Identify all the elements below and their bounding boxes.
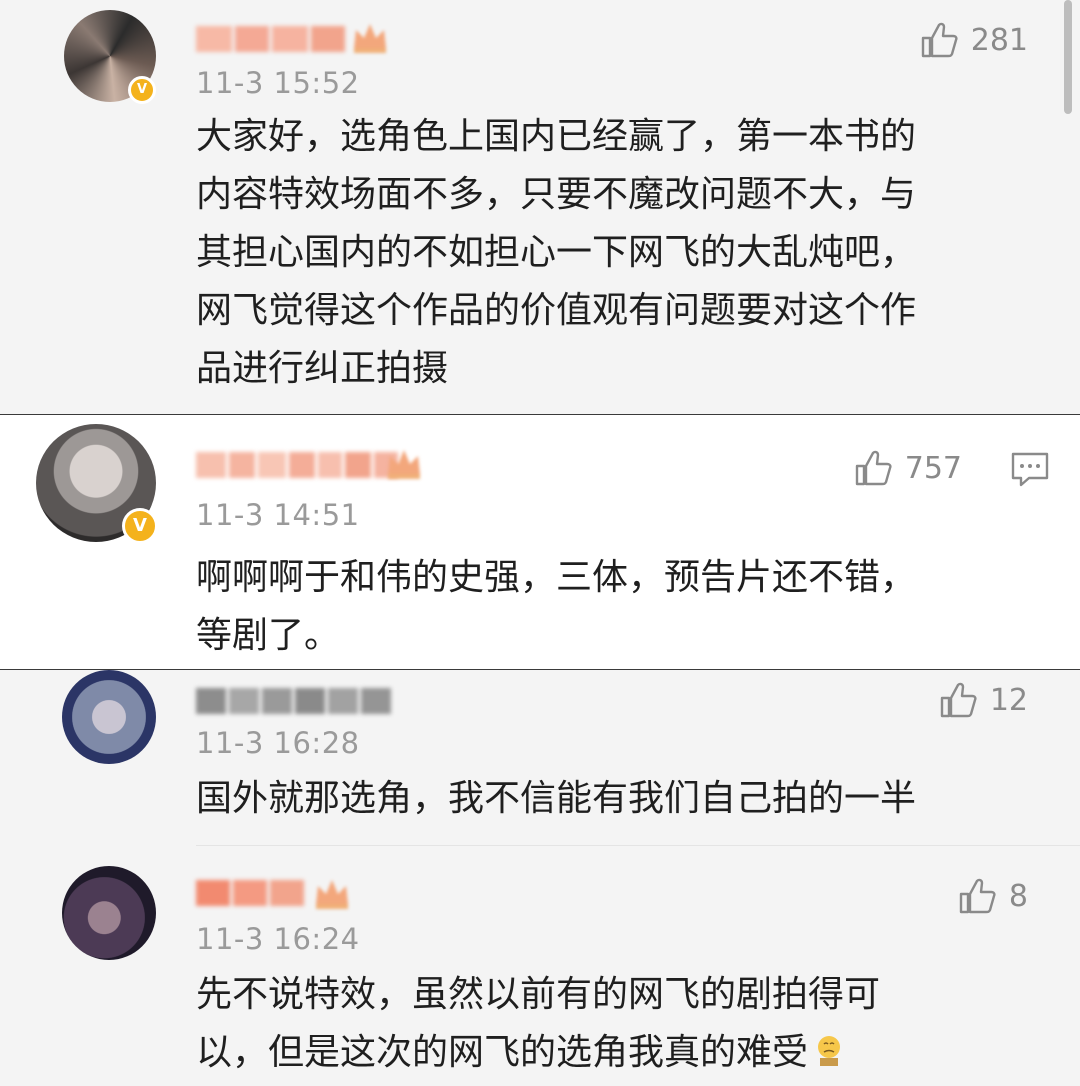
comment-text: 啊啊啊于和伟的史强，三体，预告片还不错， 等剧了。 [196, 557, 917, 656]
avatar[interactable] [62, 670, 156, 764]
comment-time: 11-3 16:28 [196, 726, 360, 760]
comment-text: 大家好，选角色上国内已经赢了，第一本书的 内容特效场面不多，只要不魔改问题不大，… [196, 116, 917, 389]
crown-icon [354, 24, 386, 53]
comment-text: 国外就那选角，我不信能有我们自己拍的一半 [196, 778, 917, 819]
like-button[interactable]: 281 [919, 20, 1028, 60]
comment-text: 先不说特效，虽然以前有的网飞的剧拍得可 以，但是这次的网飞的选角我真的难受 [196, 974, 881, 1073]
thumbs-up-icon [959, 878, 996, 914]
scrollbar[interactable] [1064, 0, 1072, 114]
username-blurred[interactable] [196, 22, 348, 56]
like-count: 12 [989, 682, 1028, 718]
crown-icon [388, 450, 420, 479]
username-blurred[interactable] [196, 448, 401, 482]
verified-badge-icon: V [122, 508, 158, 544]
thumbs-up-icon [921, 22, 958, 58]
comment-time: 11-3 15:52 [196, 66, 360, 100]
avatar[interactable] [62, 866, 156, 960]
like-count: 281 [970, 22, 1028, 58]
thumbs-up-icon [855, 450, 892, 486]
comment-time: 11-3 16:24 [196, 922, 360, 956]
comment-feed: V 11-3 15:52 281 大家好，选角色上国内已经赢了，第一本书的 内容… [0, 0, 1080, 1086]
thumbs-up-icon [940, 682, 977, 718]
like-button[interactable]: 12 [938, 680, 1028, 720]
crown-icon [316, 880, 348, 909]
like-button[interactable]: 8 [957, 876, 1028, 916]
comment-time: 11-3 14:51 [196, 498, 360, 532]
verified-badge-icon: V [128, 76, 156, 104]
emoji-sad-face-icon [818, 1036, 841, 1066]
like-count: 8 [1008, 878, 1028, 914]
comment-text-with-emoji: 先不说特效，虽然以前有的网飞的剧拍得可 以，但是这次的网飞的选角我真的难受 [196, 966, 1016, 1082]
comment-bubble-icon[interactable] [1010, 450, 1050, 488]
username-blurred[interactable] [196, 876, 307, 910]
like-count: 757 [904, 450, 962, 486]
like-button[interactable]: 757 [853, 448, 962, 488]
username-blurred[interactable] [196, 684, 394, 718]
